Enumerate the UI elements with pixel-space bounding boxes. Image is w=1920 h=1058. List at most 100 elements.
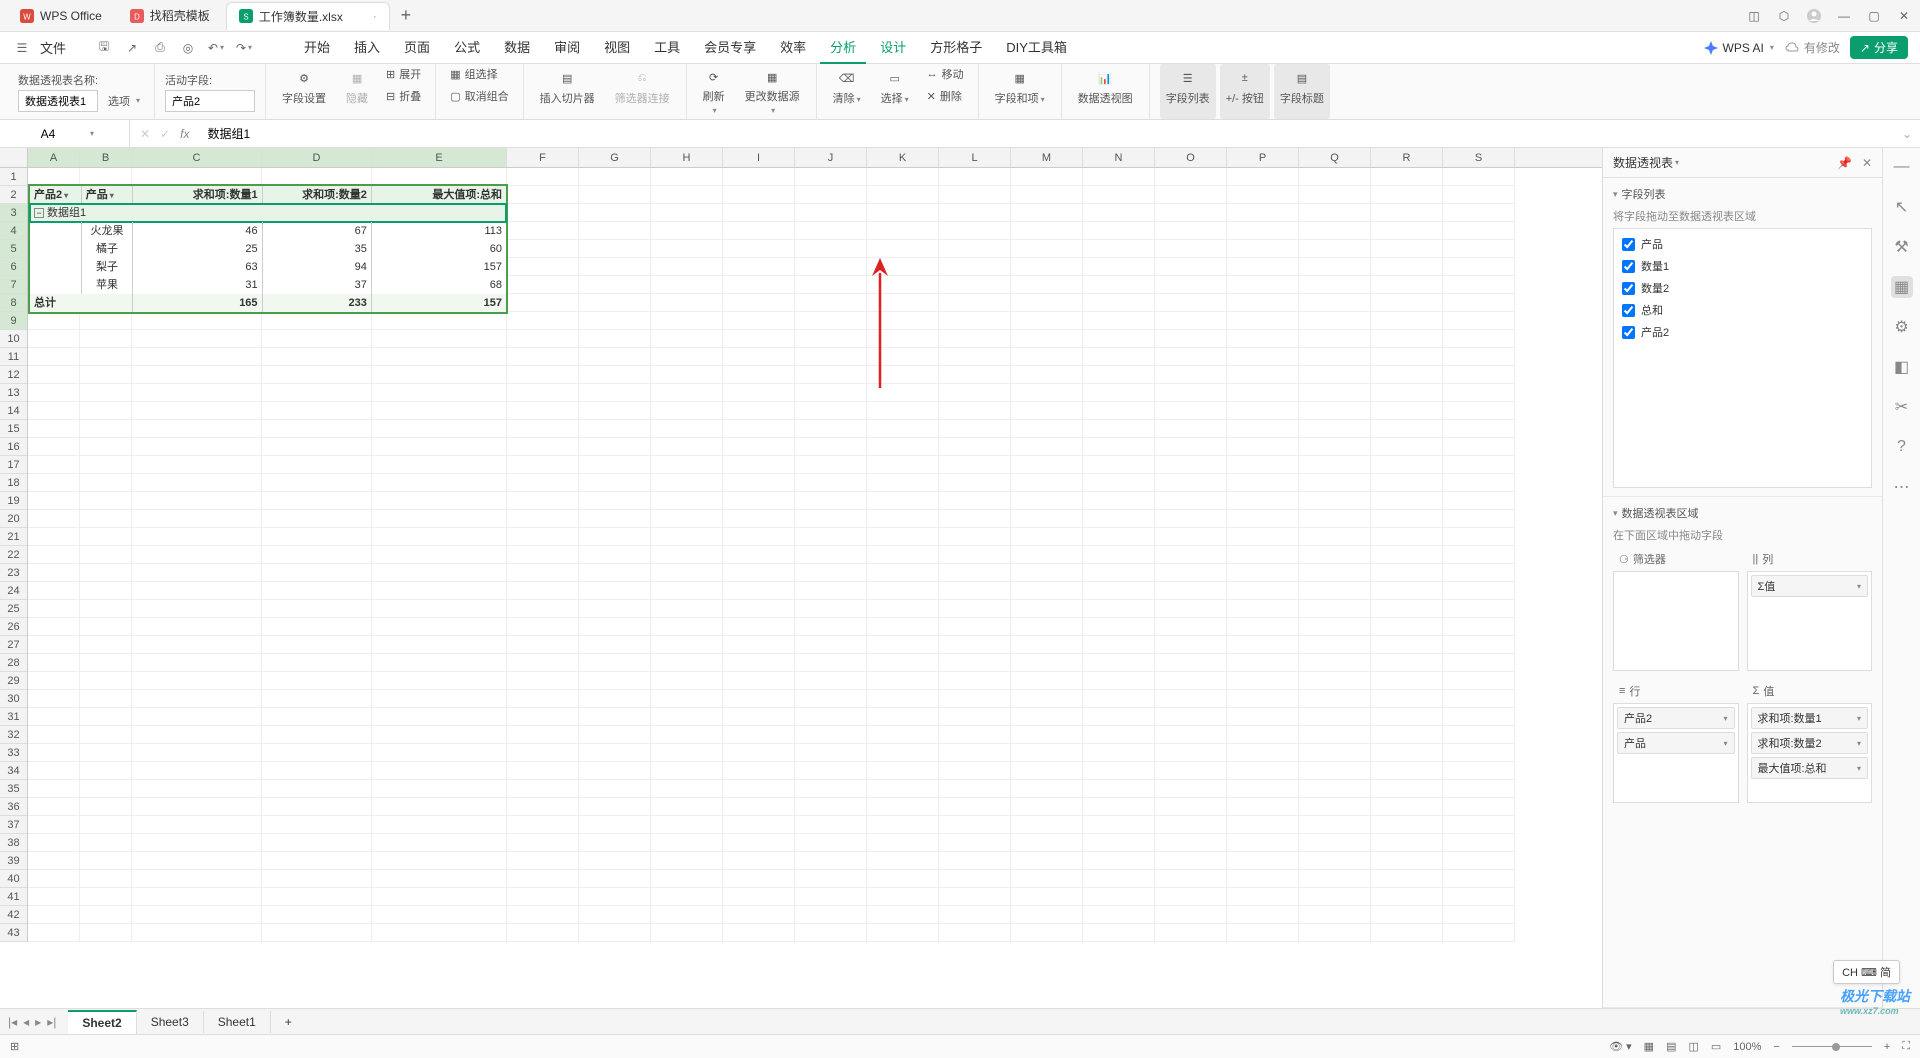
row-header[interactable]: 22: [0, 546, 27, 564]
pivot-group-cell[interactable]: −数据组1: [30, 204, 506, 222]
menu-tab-insert[interactable]: 插入: [344, 31, 390, 64]
help-icon[interactable]: ?: [1891, 436, 1913, 458]
save-icon[interactable]: 🖫: [94, 38, 114, 58]
menu-tab-analysis[interactable]: 分析: [820, 31, 866, 64]
move-button[interactable]: ↔ 移动: [923, 64, 968, 84]
box-icon[interactable]: ⬡: [1776, 8, 1792, 24]
collapse-icon[interactable]: −: [34, 208, 44, 218]
col-header[interactable]: S: [1443, 148, 1515, 167]
row-header[interactable]: 29: [0, 672, 27, 690]
menu-tab-design[interactable]: 设计: [870, 31, 916, 64]
row-header[interactable]: 2: [0, 186, 27, 204]
tools-icon[interactable]: ✂: [1891, 396, 1913, 418]
tab-template[interactable]: D 找稻壳模板: [118, 2, 222, 30]
field-headers-button[interactable]: ▤字段标题: [1274, 64, 1330, 119]
area-item[interactable]: Σ值▾: [1751, 575, 1869, 597]
clear-button[interactable]: ⌫清除▾: [827, 64, 867, 119]
has-changes[interactable]: 有修改: [1784, 39, 1840, 56]
wps-ai-button[interactable]: WPS AI▾: [1703, 40, 1774, 56]
row-header[interactable]: 27: [0, 636, 27, 654]
zoom-value[interactable]: 100%: [1733, 1041, 1761, 1053]
pivot-header-product[interactable]: 产品▾: [82, 186, 134, 204]
menu-tab-data[interactable]: 数据: [494, 31, 540, 64]
cursor-icon[interactable]: ↖: [1891, 196, 1913, 218]
hamburger-icon[interactable]: ☰: [12, 38, 32, 58]
pin-icon[interactable]: 📌: [1837, 156, 1852, 170]
col-header[interactable]: N: [1083, 148, 1155, 167]
pivot-name-input[interactable]: [18, 90, 98, 112]
field-item[interactable]: 数量2: [1618, 277, 1867, 299]
collapse-sidebar-icon[interactable]: —: [1891, 156, 1913, 178]
sheet-last-icon[interactable]: ▸|: [47, 1015, 56, 1029]
collapse-button[interactable]: ⊟ 折叠: [382, 86, 425, 106]
menu-tab-square[interactable]: 方形格子: [920, 31, 992, 64]
row-header[interactable]: 37: [0, 816, 27, 834]
share-button[interactable]: ↗ 分享: [1850, 36, 1908, 59]
row-header[interactable]: 30: [0, 690, 27, 708]
change-source-button[interactable]: ▦更改数据源▾: [739, 64, 806, 119]
more-icon[interactable]: ⋯: [1891, 476, 1913, 498]
view-break-icon[interactable]: ◫: [1688, 1040, 1698, 1053]
menu-tab-page[interactable]: 页面: [394, 31, 440, 64]
view-normal-icon[interactable]: ▦: [1644, 1040, 1654, 1053]
row-header[interactable]: 10: [0, 330, 27, 348]
row-header[interactable]: 32: [0, 726, 27, 744]
expand-button[interactable]: ⊞ 展开: [382, 64, 425, 84]
row-header[interactable]: 26: [0, 618, 27, 636]
col-header[interactable]: O: [1155, 148, 1227, 167]
name-box-dropdown[interactable]: ▾: [90, 129, 94, 138]
filter-area[interactable]: [1613, 571, 1739, 671]
row-header[interactable]: 9: [0, 312, 27, 330]
view-page-icon[interactable]: ▤: [1666, 1040, 1676, 1053]
menu-tab-formula[interactable]: 公式: [444, 31, 490, 64]
area-item[interactable]: 产品2▾: [1617, 707, 1735, 729]
close-icon[interactable]: ✕: [1896, 8, 1912, 24]
layers-icon[interactable]: ◧: [1891, 356, 1913, 378]
pivot-panel-icon[interactable]: ▦: [1891, 276, 1913, 298]
row-header[interactable]: 41: [0, 888, 27, 906]
toolbox-icon[interactable]: ⚒: [1891, 236, 1913, 258]
menu-tab-tools[interactable]: 工具: [644, 31, 690, 64]
refresh-button[interactable]: ⟳刷新▾: [697, 64, 731, 119]
field-item[interactable]: 总和: [1618, 299, 1867, 321]
row-header[interactable]: 16: [0, 438, 27, 456]
menu-tab-efficiency[interactable]: 效率: [770, 31, 816, 64]
col-header[interactable]: G: [579, 148, 651, 167]
cell-ref-input[interactable]: [8, 127, 88, 141]
confirm-fx-icon[interactable]: ✓: [160, 127, 170, 141]
spreadsheet[interactable]: ABCDEFGHIJKLMNOPQRS 12345678910111213141…: [0, 148, 1602, 1008]
col-header[interactable]: P: [1227, 148, 1299, 167]
menu-tab-view[interactable]: 视图: [594, 31, 640, 64]
pivot-table[interactable]: 产品2▾ 产品▾ 求和项:数量1 求和项:数量2 最大值项:总和 −数据组1 火…: [28, 184, 508, 314]
group-select-button[interactable]: ▦ 组选择: [446, 64, 512, 84]
col-header[interactable]: E: [372, 148, 507, 167]
field-checkbox[interactable]: [1622, 238, 1635, 251]
col-header[interactable]: A: [28, 148, 80, 167]
row-header[interactable]: 8: [0, 294, 27, 312]
fx-icon[interactable]: fx: [180, 127, 189, 141]
row-header[interactable]: 11: [0, 348, 27, 366]
fields-items-button[interactable]: ▦字段和项▾: [989, 64, 1051, 119]
file-menu[interactable]: 文件: [40, 38, 66, 57]
area-item[interactable]: 产品▾: [1617, 732, 1735, 754]
field-checkbox[interactable]: [1622, 282, 1635, 295]
select-button[interactable]: ▭选择▾: [875, 64, 915, 119]
row-header[interactable]: 33: [0, 744, 27, 762]
row-header[interactable]: 19: [0, 492, 27, 510]
menu-tab-review[interactable]: 审阅: [544, 31, 590, 64]
row-header[interactable]: 38: [0, 834, 27, 852]
window-restore-icon[interactable]: ◫: [1746, 8, 1762, 24]
pivot-header-product2[interactable]: 产品2▾: [30, 186, 82, 204]
field-item[interactable]: 数量1: [1618, 255, 1867, 277]
select-all-corner[interactable]: [0, 148, 28, 167]
field-checkbox[interactable]: [1622, 326, 1635, 339]
row-header[interactable]: 43: [0, 924, 27, 942]
col-header[interactable]: H: [651, 148, 723, 167]
zoom-in-icon[interactable]: +: [1884, 1041, 1890, 1053]
zoom-slider[interactable]: [1792, 1046, 1872, 1047]
col-header[interactable]: Q: [1299, 148, 1371, 167]
sheet-tab-sheet3[interactable]: Sheet3: [137, 1011, 204, 1033]
area-item[interactable]: 最大值项:总和▾: [1751, 757, 1869, 779]
cancel-fx-icon[interactable]: ✕: [140, 127, 150, 141]
name-box[interactable]: ▾: [0, 120, 130, 147]
